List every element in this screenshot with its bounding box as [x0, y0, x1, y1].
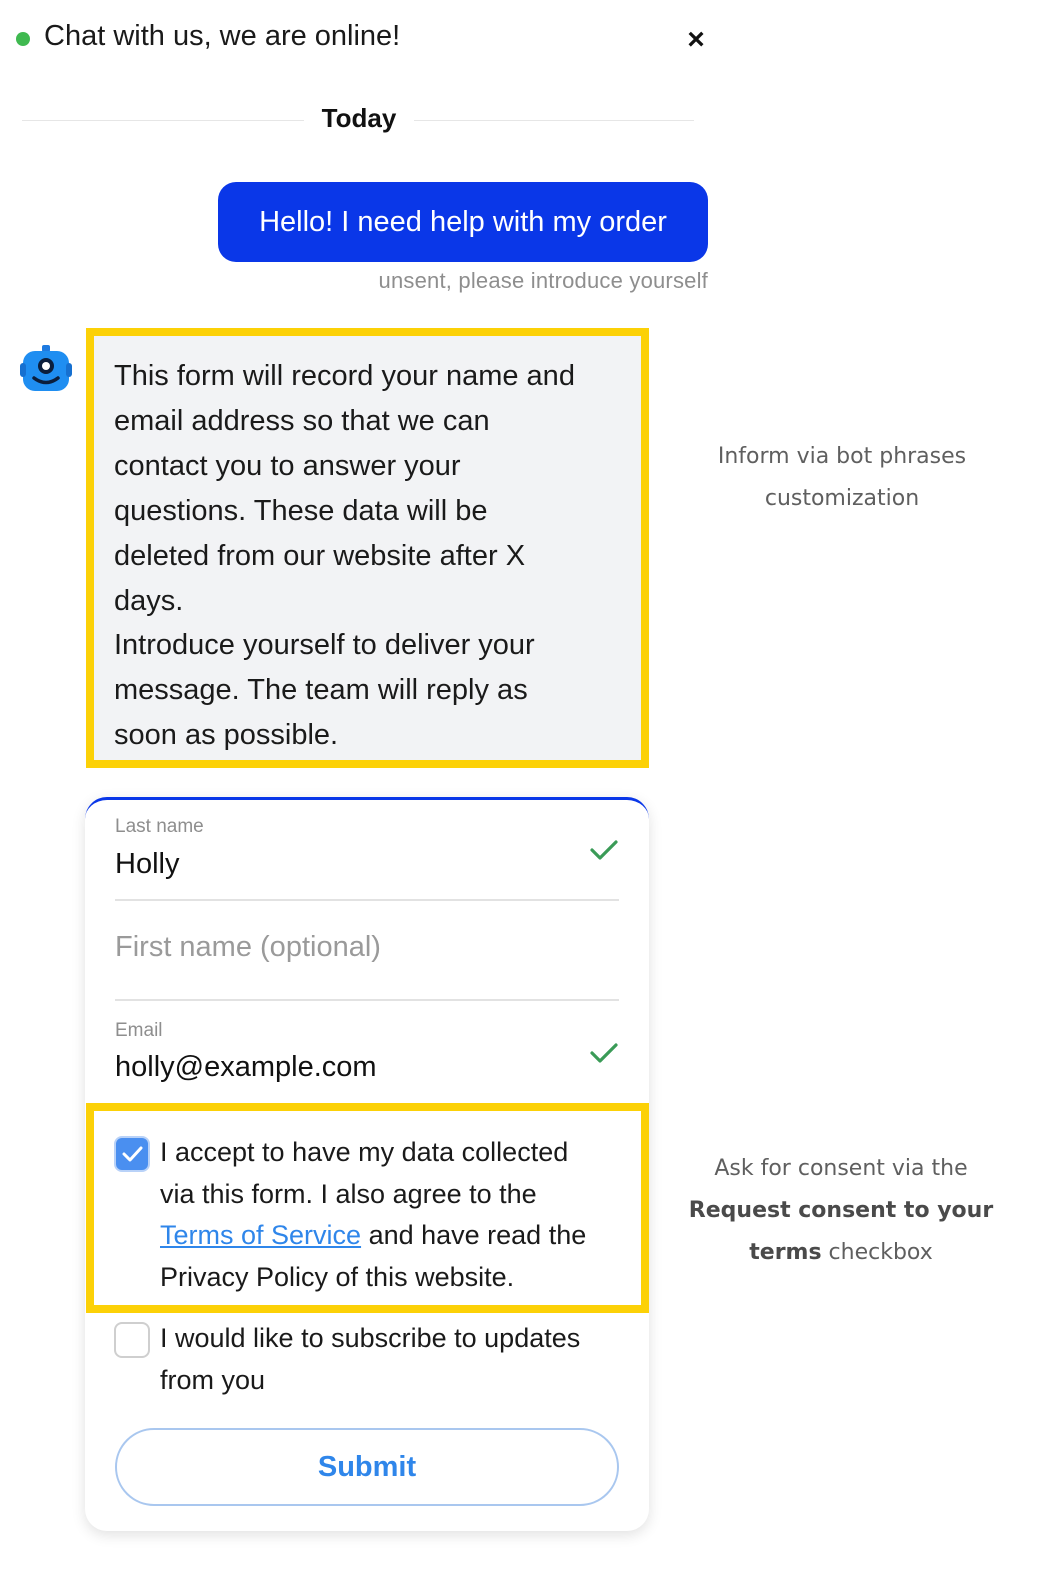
- divider-line-left: [22, 120, 304, 121]
- subscribe-line: from you: [160, 1364, 266, 1395]
- annotation-bold: Request consent to your: [688, 1198, 994, 1223]
- email-label: Email: [115, 1020, 163, 1041]
- annotation-line: customization: [764, 486, 920, 511]
- field-divider: [115, 899, 619, 901]
- annotation-line: checkbox: [821, 1240, 933, 1265]
- info-line: days.: [114, 584, 184, 617]
- info-line: questions. These data will be: [114, 494, 488, 527]
- submit-button[interactable]: Submit: [115, 1428, 619, 1506]
- check-icon: [589, 1041, 619, 1065]
- consent-line: via this form. I also agree to the: [160, 1178, 537, 1209]
- subscribe-line: I would like to subscribe to updates: [160, 1323, 581, 1353]
- day-divider-label: Today: [321, 103, 397, 133]
- last-name-field[interactable]: Holly: [115, 848, 179, 881]
- info-line: message. The team will reply as: [114, 674, 528, 707]
- info-line: contact you to answer your: [114, 449, 461, 482]
- online-status-dot: [16, 32, 30, 46]
- terms-of-service-link[interactable]: Terms of Service: [160, 1220, 361, 1250]
- consent-checkbox[interactable]: [114, 1136, 150, 1172]
- robot-icon: [20, 343, 72, 395]
- annotation-bot-phrases: Inform via bot phrases customization: [692, 436, 992, 520]
- consent-line: and have read the: [361, 1220, 587, 1250]
- email-field[interactable]: holly@example.com: [115, 1051, 377, 1084]
- info-line: soon as possible.: [114, 719, 339, 752]
- consent-line: Privacy Policy of this website.: [160, 1261, 515, 1292]
- annotation-consent: Ask for consent via the Request consent …: [680, 1148, 1002, 1274]
- close-icon[interactable]: ×: [680, 22, 712, 58]
- annotation-line: Ask for consent via the: [714, 1156, 968, 1181]
- message-status: unsent, please introduce yourself: [378, 268, 708, 293]
- info-line: deleted from our website after X: [114, 539, 526, 572]
- check-icon: [589, 838, 619, 862]
- chat-header-title: Chat with us, we are online!: [44, 20, 401, 52]
- info-line: email address so that we can: [114, 404, 490, 437]
- divider-line-right: [414, 120, 694, 121]
- annotation-bold: terms: [749, 1240, 822, 1265]
- user-message-bubble: Hello! I need help with my order: [218, 182, 708, 262]
- consent-line: I accept to have my data collected: [160, 1137, 569, 1167]
- last-name-label: Last name: [115, 816, 204, 837]
- annotation-line: Inform via bot phrases: [717, 444, 967, 469]
- first-name-field[interactable]: First name (optional): [115, 931, 381, 964]
- subscribe-checkbox[interactable]: [114, 1322, 150, 1358]
- subscribe-label: I would like to subscribe to updates fro…: [160, 1318, 630, 1401]
- bot-info-message: This form will record your name and emai…: [86, 328, 649, 768]
- field-divider: [115, 999, 619, 1001]
- info-line: This form will record your name and: [114, 360, 575, 392]
- consent-label: I accept to have my data collected via t…: [160, 1132, 630, 1298]
- info-line: Introduce yourself to deliver your: [114, 629, 535, 662]
